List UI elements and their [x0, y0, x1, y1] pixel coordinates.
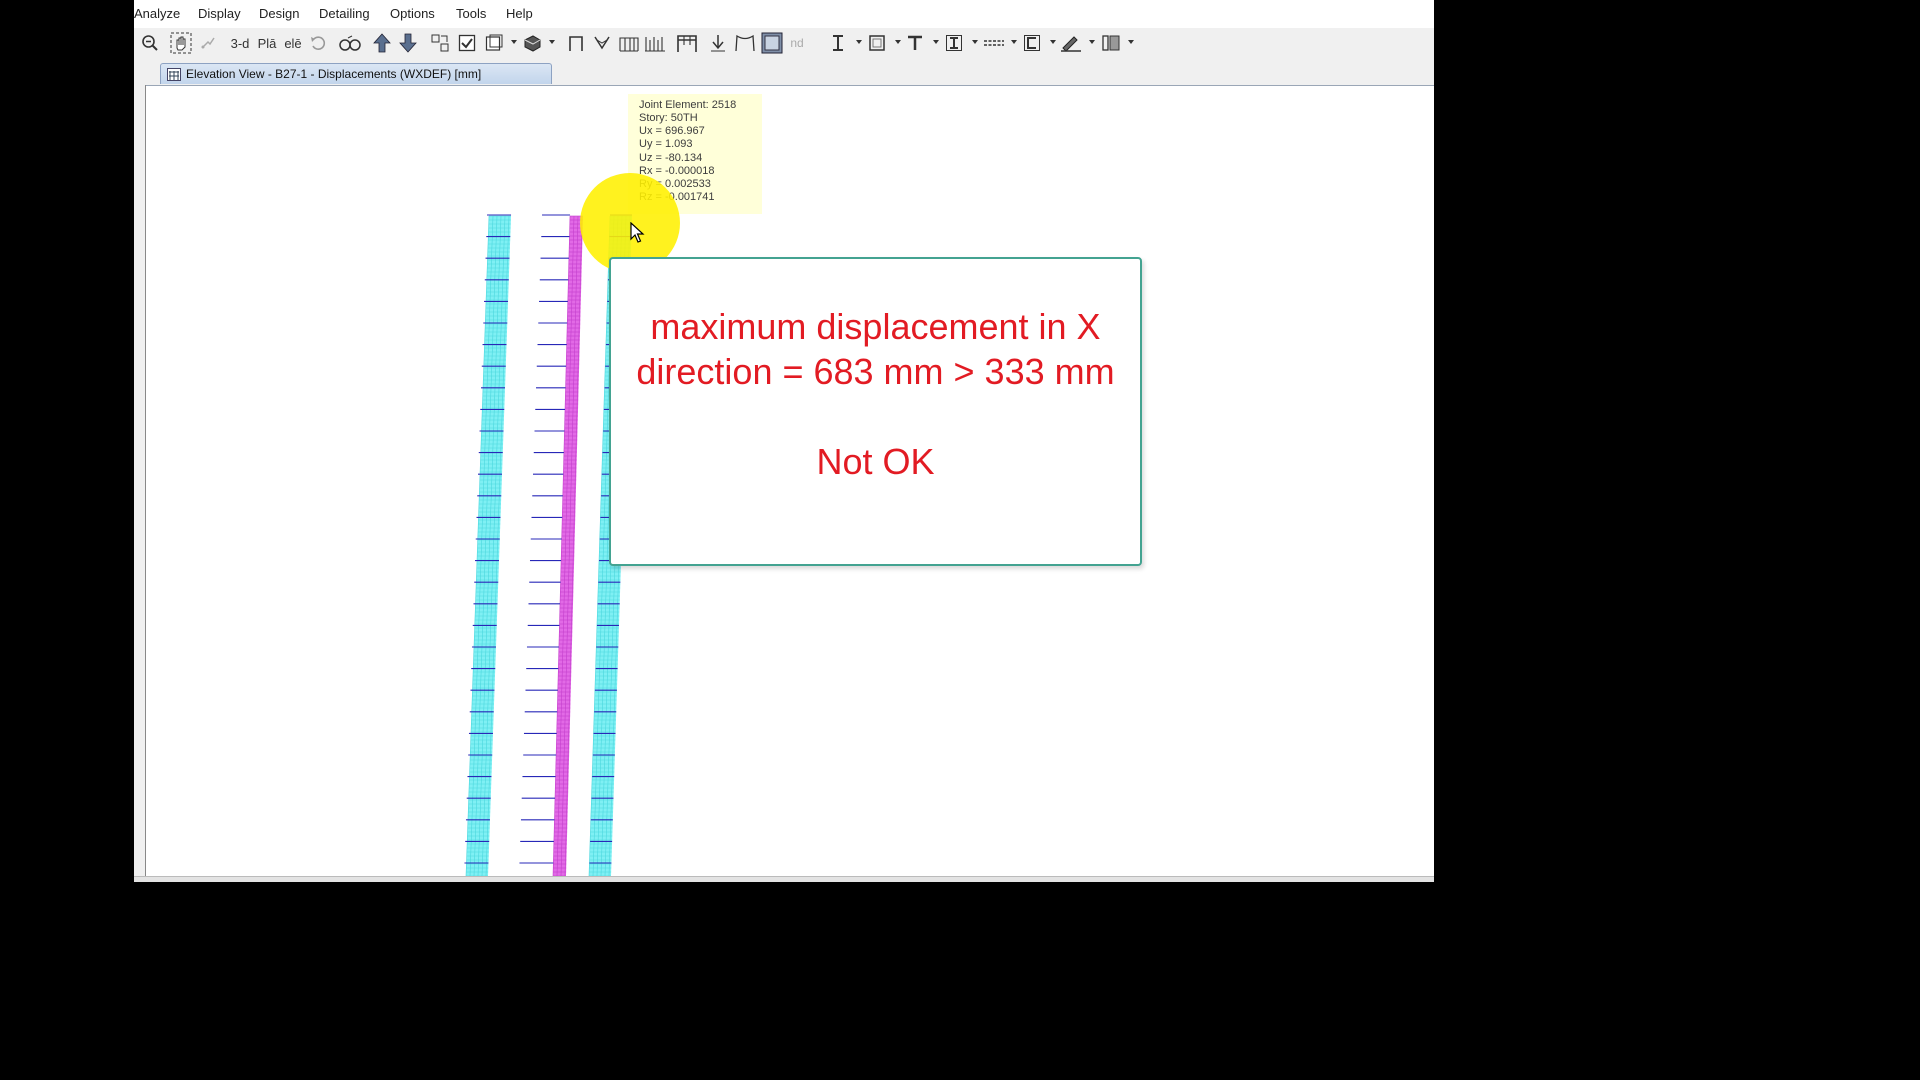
object-fill-icon[interactable]: [522, 32, 542, 54]
dropdown-arrow-icon[interactable]: [549, 40, 555, 44]
plan-view-button[interactable]: Plā: [256, 32, 278, 54]
elevation-view-button[interactable]: elē: [282, 32, 304, 54]
select-icon[interactable]: [457, 32, 477, 54]
dropdown-arrow-icon[interactable]: [1128, 40, 1134, 44]
menu-detailing[interactable]: Detailing: [319, 6, 370, 21]
t-section-icon[interactable]: [905, 32, 925, 54]
menu-analyze[interactable]: Analyze: [134, 6, 180, 21]
menu-design[interactable]: Design: [259, 6, 299, 21]
wall-panel: [553, 216, 583, 876]
pan-icon[interactable]: [169, 32, 193, 54]
draw-icon[interactable]: [1060, 32, 1082, 54]
beam-icon[interactable]: [676, 32, 698, 54]
toolbar: 3-d Plā elē nd: [134, 28, 1434, 60]
3d-view-button[interactable]: 3-d: [228, 32, 252, 54]
zoom-out-icon[interactable]: [140, 32, 160, 54]
point-load-icon[interactable]: [708, 32, 728, 54]
dropdown-arrow-icon[interactable]: [856, 40, 862, 44]
restore-view-icon[interactable]: [198, 32, 218, 54]
menu-help[interactable]: Help: [506, 6, 533, 21]
column-icon[interactable]: [1100, 32, 1122, 54]
set-display-options-icon[interactable]: [484, 32, 504, 54]
dropdown-arrow-icon[interactable]: [895, 40, 901, 44]
elevation-view-icon: [167, 67, 181, 81]
tooltip-line: Ux = 696.967: [639, 125, 705, 137]
annotation-verdict: Not OK: [816, 441, 935, 482]
menu-display[interactable]: Display: [198, 6, 241, 21]
rotate-icon[interactable]: [308, 32, 328, 54]
deformed-shape-icon[interactable]: [734, 32, 756, 54]
brace-icon[interactable]: [592, 32, 612, 54]
tooltip-line: Story: 50TH: [639, 112, 698, 124]
wall-icon[interactable]: [618, 32, 640, 54]
dimension-icon[interactable]: [982, 32, 1006, 54]
menu-options[interactable]: Options: [390, 6, 435, 21]
dropdown-arrow-icon[interactable]: [1050, 40, 1056, 44]
tab-elevation-view[interactable]: Elevation View - B27-1 - Displacements (…: [160, 63, 552, 84]
perspective-icon[interactable]: [338, 32, 362, 54]
frame-icon[interactable]: [566, 32, 586, 54]
channel-icon[interactable]: [1022, 32, 1042, 54]
tooltip-line: Joint Element: 2518: [639, 99, 737, 111]
grid-display-icon[interactable]: [761, 32, 783, 54]
core-wall-middle: [552, 215, 583, 876]
dropdown-arrow-icon[interactable]: [1089, 40, 1095, 44]
section-i-icon[interactable]: [828, 32, 848, 54]
i-section-icon[interactable]: [944, 32, 964, 54]
tooltip-line: Uz = -80.134: [639, 152, 703, 164]
object-shrink-icon[interactable]: [430, 32, 450, 54]
tooltip-line: Rx = -0.000018: [639, 165, 715, 177]
wall-stack-icon[interactable]: [644, 32, 666, 54]
dropdown-arrow-icon[interactable]: [511, 40, 517, 44]
area-icon[interactable]: [867, 32, 887, 54]
annotation-callout: maximum displacement in X direction = 68…: [609, 257, 1142, 566]
dropdown-arrow-icon[interactable]: [972, 40, 978, 44]
dropdown-arrow-icon[interactable]: [933, 40, 939, 44]
dropdown-arrow-icon[interactable]: [1011, 40, 1017, 44]
tab-title: Elevation View - B27-1 - Displacements (…: [186, 67, 482, 81]
status-bar: [134, 876, 1434, 882]
move-up-icon[interactable]: [372, 32, 392, 54]
annotation-message: maximum displacement in X direction = 68…: [636, 306, 1115, 392]
move-down-icon[interactable]: [398, 32, 418, 54]
tooltip-line: Uy = 1.093: [639, 138, 693, 150]
left-panel-edge: [134, 85, 146, 882]
menu-tools[interactable]: Tools: [456, 6, 486, 21]
view-tab-strip: Elevation View - B27-1 - Displacements (…: [134, 60, 1434, 86]
nd-label[interactable]: nd: [786, 32, 808, 54]
mouse-pointer-icon: [630, 222, 645, 243]
menu-bar: Analyze Display Design Detailing Options…: [134, 0, 1434, 28]
